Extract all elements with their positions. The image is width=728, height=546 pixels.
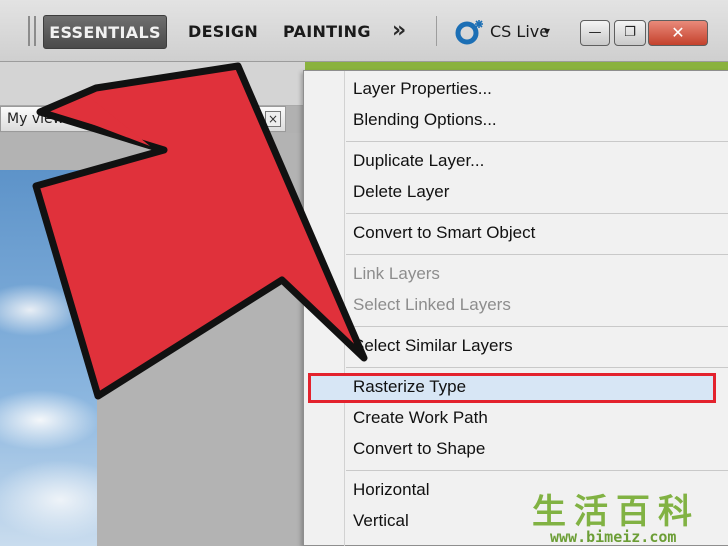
menu-item-select-linked-layers: Select Linked Layers [353,295,511,314]
close-tab-icon[interactable]: × [265,111,281,127]
menu-item-link-layers: Link Layers [353,264,440,283]
menu-separator [346,213,728,214]
menu-item-select-similar-layers[interactable]: Select Similar Layers [353,336,513,356]
menu-item-horizontal[interactable]: Horizontal [353,480,430,500]
workspace-bar: ESSENTIALS DESIGN PAINTING » CS Live ▾ —… [0,0,728,62]
canvas-image[interactable] [0,170,97,546]
menu-item-convert-to-smart-object[interactable]: Convert to Smart Object [353,223,535,243]
restore-button[interactable]: ❐ [614,20,646,46]
toolbar-grip[interactable] [28,16,36,46]
menu-separator [346,254,728,255]
workspace-design-button[interactable]: DESIGN [188,15,258,49]
minimize-button[interactable]: — [580,20,610,46]
watermark-logo: 生活百科 [532,492,700,532]
menu-item-vertical[interactable]: Vertical [353,511,409,531]
close-window-button[interactable]: ✕ [648,20,708,46]
menu-separator [346,470,728,471]
menu-item-convert-to-shape[interactable]: Convert to Shape [353,439,485,459]
menu-item-create-work-path[interactable]: Create Work Path [353,408,488,428]
toolbar-divider [436,16,437,46]
watermark-url: www.bimeiz.com [550,528,677,546]
menu-item-delete-layer[interactable]: Delete Layer [353,182,449,202]
cs-live-label[interactable]: CS Live [490,22,549,41]
menu-item-layer-properties[interactable]: Layer Properties... [353,79,492,99]
workspace-painting-button[interactable]: PAINTING [283,15,371,49]
menu-item-blending-options[interactable]: Blending Options... [353,110,497,130]
chevron-down-icon[interactable]: ▾ [544,24,550,38]
cs-live-icon[interactable] [455,18,485,46]
menu-separator [346,326,728,327]
menu-item-duplicate-layer[interactable]: Duplicate Layer... [353,151,484,171]
menu-item-rasterize-type[interactable]: Rasterize Type [353,377,466,397]
workspace-essentials-button[interactable]: ESSENTIALS [43,15,167,49]
menu-separator [346,367,728,368]
menu-separator [346,141,728,142]
menu-gutter [344,71,345,546]
watermark: 生活百科 www.bimeiz.com [522,482,728,546]
document-tab[interactable]: My view ning , RG × [0,106,286,132]
more-workspaces-button[interactable]: » [392,18,406,43]
layer-context-menu: Layer Properties... Blending Options... … [303,70,728,546]
options-strip [0,62,305,106]
document-tab-title: My view ning , RG [7,111,133,127]
